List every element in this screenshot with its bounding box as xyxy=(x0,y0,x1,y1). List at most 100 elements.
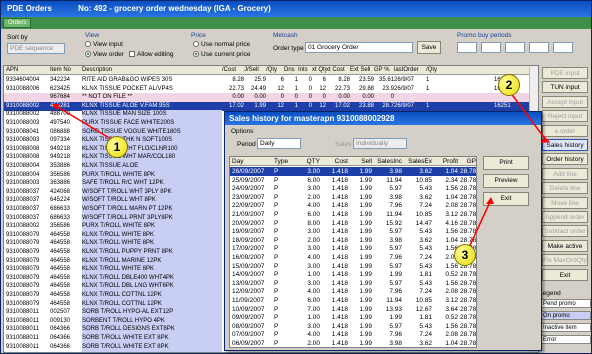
radio-icon xyxy=(85,41,91,48)
grid-column-header[interactable]: Ints xyxy=(298,66,312,75)
view-order-radio[interactable]: View order xyxy=(85,51,124,58)
grid-column-header[interactable]: APN xyxy=(6,66,50,75)
sales-table-header: Day Type QTY Cost Sell SalesInc SalesEx Profit G… xyxy=(230,157,476,166)
grid-column-header[interactable]: /Qty xyxy=(266,66,284,75)
use-current-price-label: Use current price xyxy=(201,51,251,58)
grid-header: APN Item No Description/Cost J/Sell/Qty Dns I… xyxy=(4,66,538,75)
sales-cell: 1.99 xyxy=(359,340,372,347)
metcash-label: Metcash xyxy=(273,32,298,39)
promo-buy-periods-label: Promo buy periods xyxy=(457,32,512,39)
panel-button-add-line[interactable]: Add line xyxy=(542,167,588,180)
grid-column-header[interactable]: xt Qty xyxy=(312,66,326,75)
panel-button-sales-history[interactable]: Sales history xyxy=(542,139,588,151)
tab-strip: Orders xyxy=(1,17,591,29)
sales-column-header[interactable]: SalesEx xyxy=(404,157,432,166)
allow-editing-label: Allow editing xyxy=(137,51,174,58)
grid-column-header[interactable]: xt Cost xyxy=(326,66,350,75)
callout-marker-1: 1 xyxy=(106,136,128,158)
view-input-radio[interactable]: View input xyxy=(85,41,123,48)
period-label: Period xyxy=(237,141,256,148)
panel-button-e-order[interactable]: e order xyxy=(542,124,588,137)
grid-column-header[interactable]: Ext Sell xyxy=(350,66,374,75)
panel-button-order-history[interactable]: Order history xyxy=(542,153,588,166)
grid-column-header[interactable]: GP % xyxy=(374,66,394,75)
allow-editing-checkbox[interactable]: Allow editing xyxy=(129,51,174,58)
sales-history-table[interactable]: Day Type QTY Cost Sell SalesInc SalesEx Profit G… xyxy=(229,156,477,348)
sales-cell: 3.62 xyxy=(419,340,432,347)
grid-column-header[interactable]: Description xyxy=(82,66,222,75)
sales-column-header[interactable]: Sell xyxy=(350,157,372,166)
grid-cell: SORB T/ROLL WHITE EXT 8PK xyxy=(82,342,222,352)
sales-history-dialog: Sales history for masterapn 931008800292… xyxy=(224,111,542,351)
sales-column-header[interactable]: QTY xyxy=(298,157,320,166)
panel-button-tun-input[interactable]: TUN input xyxy=(542,81,588,94)
sales-row[interactable]: 06/09/2007 P 2.00 1.418 1.99 3.98 3.62 1.04 28.7… xyxy=(230,339,477,347)
promo-period-1[interactable] xyxy=(457,42,477,53)
panel-button-subtract-order[interactable]: Subtract order xyxy=(542,225,588,238)
radio-icon xyxy=(85,51,91,58)
sales-label: Sales xyxy=(335,141,352,148)
radio-icon xyxy=(193,51,199,58)
window-titlebar: PDE Orders No: 492 - grocery order wedne… xyxy=(1,1,591,17)
checkbox-icon xyxy=(129,51,135,58)
use-normal-price-label: Use normal price xyxy=(201,41,251,48)
period-select[interactable]: Daily xyxy=(257,138,301,149)
promo-period-3[interactable] xyxy=(505,42,525,53)
promo-period-2[interactable] xyxy=(481,42,501,53)
save-button[interactable]: Save xyxy=(417,41,441,54)
view-input-label: View input xyxy=(93,41,123,48)
panel-button-accept-input[interactable]: Accept input xyxy=(542,95,588,108)
panel-button-append-order[interactable]: Append order xyxy=(542,211,588,223)
promo-period-5[interactable] xyxy=(553,42,573,53)
grid-column-header[interactable]: /Cost xyxy=(222,66,244,75)
grid-cell: 064366 xyxy=(50,343,71,350)
legend-item: On promo xyxy=(539,311,591,320)
panel-button-make-active[interactable]: Make active xyxy=(542,239,588,252)
legend-item: Pend promo xyxy=(539,299,591,308)
legend-item: Inactive item xyxy=(539,323,591,332)
sort-by-label: Sort by xyxy=(7,34,28,41)
radio-icon xyxy=(193,41,199,48)
panel-button-pde-input[interactable]: PDE input xyxy=(542,67,588,79)
sales-column-header[interactable]: Cost xyxy=(324,157,348,166)
sales-column-header[interactable]: GP xyxy=(460,157,476,166)
grid-column-header[interactable]: Dns xyxy=(284,66,298,75)
order-title: No: 492 - grocery order wednesday (IGA -… xyxy=(78,4,271,13)
sales-cell: 2.00 xyxy=(307,340,320,347)
price-label: Price xyxy=(191,32,206,39)
sales-cell: P xyxy=(274,340,279,347)
callout-marker-3: 3 xyxy=(454,244,476,266)
print-button[interactable]: Print xyxy=(483,156,529,170)
legend-label: Legend xyxy=(539,290,561,297)
use-normal-price-radio[interactable]: Use normal price xyxy=(193,41,250,48)
order-type-select[interactable]: 01 Grocery Order xyxy=(305,42,413,53)
use-current-price-radio[interactable]: Use current price xyxy=(193,51,251,58)
sales-select[interactable]: Individually xyxy=(353,138,407,149)
grid-column-header[interactable]: Item No xyxy=(50,66,82,75)
sales-column-header[interactable]: SalesInc xyxy=(374,157,402,166)
grid-column-header[interactable]: J/Sell xyxy=(244,66,266,75)
sales-column-header[interactable]: Profit xyxy=(434,157,458,166)
grid-column-header[interactable]: /Qty xyxy=(426,66,442,75)
sales-cell: 1.04 xyxy=(445,340,458,347)
grid-column-header[interactable]: lastOrder xyxy=(394,66,426,75)
panel-button-reject-input[interactable]: Reject input xyxy=(542,110,588,123)
promo-period-4[interactable] xyxy=(529,42,549,53)
order-type-label: Order type xyxy=(273,45,304,52)
dialog-title: Sales history for masterapn 931008800292… xyxy=(225,112,541,125)
panel-button-exit[interactable]: Exit xyxy=(542,268,588,281)
legend-item: Error xyxy=(539,335,591,344)
sales-column-header[interactable]: Type xyxy=(274,157,292,166)
exit-dialog-button[interactable]: Exit xyxy=(483,192,529,206)
preview-button[interactable]: Preview xyxy=(483,174,529,188)
panel-button-delete-line[interactable]: Delete line xyxy=(542,182,588,195)
tab-orders[interactable]: Orders xyxy=(3,18,32,28)
view-label: View xyxy=(85,32,99,39)
sales-cell: 3.98 xyxy=(389,340,402,347)
panel-button-fix-maxordqty[interactable]: Fix MaxOrdQty xyxy=(542,254,588,267)
callout-marker-2: 2 xyxy=(498,74,520,96)
sales-cell: 28.78 xyxy=(460,340,477,347)
panel-button-move-line[interactable]: Move line xyxy=(542,196,588,209)
sales-column-header[interactable]: Day xyxy=(232,157,272,166)
sort-by-select[interactable]: PDE sequence xyxy=(7,43,65,54)
